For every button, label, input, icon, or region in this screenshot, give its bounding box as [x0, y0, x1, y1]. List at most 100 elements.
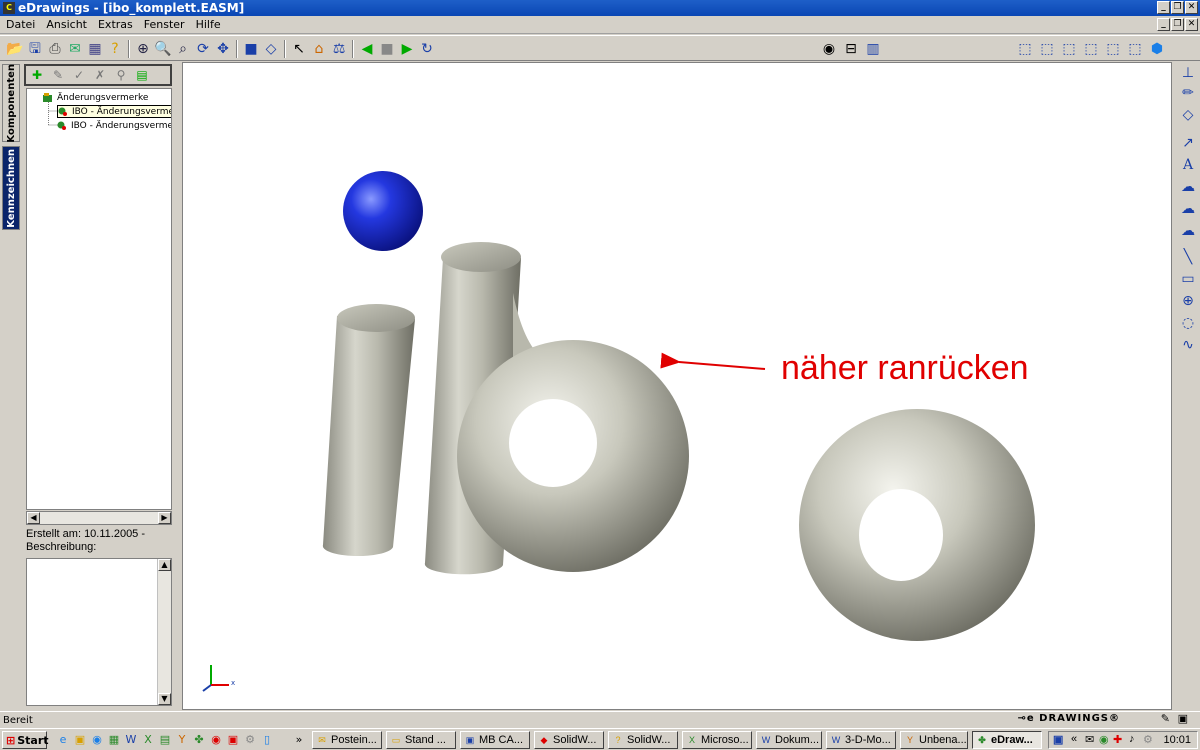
description-field[interactable]: ▲ ▼: [26, 558, 172, 706]
cylinder-i[interactable]: [322, 304, 415, 557]
view-top-icon[interactable]: ⬚: [1104, 40, 1122, 58]
model-viewport[interactable]: näher ranrücken x: [182, 62, 1172, 710]
open-icon[interactable]: 📂: [6, 40, 24, 58]
line-icon[interactable]: ╲: [1179, 248, 1197, 266]
options-icon[interactable]: ▦: [86, 40, 104, 58]
task-button[interactable]: X Microso...: [682, 731, 752, 749]
send-icon[interactable]: ✉: [66, 40, 84, 58]
tree-item[interactable]: IBO - Änderungsvermerk: [57, 119, 171, 132]
text-edit-icon[interactable]: ◇: [1179, 106, 1197, 124]
tray-app-icon[interactable]: ⚙: [1143, 733, 1153, 746]
annotation-text[interactable]: näher ranrücken: [781, 349, 1029, 388]
cloud-callout-icon[interactable]: ☁: [1179, 178, 1197, 196]
pan-icon[interactable]: ✥: [214, 40, 232, 58]
quicklaunch-word-icon[interactable]: W: [124, 733, 138, 747]
leader-text-icon[interactable]: ↗: [1179, 134, 1197, 152]
task-button-active[interactable]: ✤ eDraw...: [972, 731, 1042, 749]
cloud-icon[interactable]: ☁: [1179, 222, 1197, 240]
tab-komponenten[interactable]: Komponenten: [2, 64, 20, 142]
select-icon[interactable]: ↖: [290, 40, 308, 58]
tree-item[interactable]: IBO - Änderungsvermerk1: [57, 105, 171, 118]
maximize-button[interactable]: ❐: [1171, 1, 1184, 14]
reject-markup-icon[interactable]: ✗: [91, 67, 109, 83]
tree-horizontal-scrollbar[interactable]: ◀ ▶: [26, 511, 172, 525]
wireframe-view-icon[interactable]: ◇: [262, 40, 280, 58]
play-icon[interactable]: ▶: [398, 40, 416, 58]
animate-icon[interactable]: ↻: [418, 40, 436, 58]
menu-ansicht[interactable]: Ansicht: [46, 18, 87, 31]
tray-mail-icon[interactable]: ✉: [1085, 733, 1094, 746]
task-button[interactable]: W 3-D-Mo...: [826, 731, 896, 749]
rectangle-icon[interactable]: ▭: [1179, 270, 1197, 288]
task-button[interactable]: ▭ Stand ...: [386, 731, 456, 749]
view-left-icon[interactable]: ⬚: [1060, 40, 1078, 58]
save-icon[interactable]: 🖫: [26, 40, 44, 58]
task-button[interactable]: ✉ Postein...: [312, 731, 382, 749]
tray-antivirus-icon[interactable]: ✚: [1113, 733, 1122, 746]
print-icon[interactable]: ⎙: [46, 40, 64, 58]
properties-icon[interactable]: ✏: [1179, 84, 1197, 102]
start-button[interactable]: ⊞ Start: [2, 731, 49, 749]
view-front-icon[interactable]: ⬚: [1016, 40, 1034, 58]
section-icon[interactable]: ◉: [820, 40, 838, 58]
sphere-shape[interactable]: [343, 171, 423, 251]
tray-network-icon[interactable]: ◉: [1099, 733, 1109, 746]
measure-icon[interactable]: ⚖: [330, 40, 348, 58]
text-icon[interactable]: A: [1179, 156, 1197, 174]
shaded-view-icon[interactable]: ■: [242, 40, 260, 58]
quicklaunch-edrawings-icon[interactable]: ✤: [192, 733, 206, 747]
close-button[interactable]: ✕: [1185, 1, 1198, 14]
previous-icon[interactable]: ◀: [358, 40, 376, 58]
zoom-fit-icon[interactable]: ⊕: [134, 40, 152, 58]
scroll-left-button[interactable]: ◀: [27, 512, 40, 524]
quicklaunch-powerpoint-icon[interactable]: ▤: [158, 733, 172, 747]
rotate-icon[interactable]: ⟳: [194, 40, 212, 58]
zoom-in-icon[interactable]: 🔍: [154, 40, 172, 58]
menu-extras[interactable]: Extras: [98, 18, 133, 31]
home-view-icon[interactable]: ⌂: [310, 40, 328, 58]
menu-fenster[interactable]: Fenster: [144, 18, 185, 31]
quicklaunch-settings-icon[interactable]: ⚙: [243, 733, 257, 747]
task-button[interactable]: ? SolidW...: [608, 731, 678, 749]
spline-icon[interactable]: ∿: [1179, 336, 1197, 354]
quicklaunch-excel-icon[interactable]: X: [141, 733, 155, 747]
zoom-area-icon[interactable]: ⌕: [174, 40, 192, 58]
doc-restore-button[interactable]: ❐: [1171, 18, 1184, 31]
move-component-icon[interactable]: ▥: [864, 40, 882, 58]
circle-icon[interactable]: ⊕: [1179, 292, 1197, 310]
quicklaunch-app-icon[interactable]: ▦: [107, 733, 121, 747]
view-right-icon[interactable]: ⬚: [1082, 40, 1100, 58]
cloud-leader-icon[interactable]: ☁: [1179, 200, 1197, 218]
quicklaunch-solidworks-icon[interactable]: ▣: [226, 733, 240, 747]
doc-minimize-button[interactable]: _: [1157, 18, 1170, 31]
arc-icon[interactable]: ◌: [1179, 314, 1197, 332]
menu-datei[interactable]: Datei: [6, 18, 35, 31]
scroll-right-button[interactable]: ▶: [158, 512, 171, 524]
quicklaunch-more-chevron[interactable]: »: [292, 733, 306, 747]
tab-kennzeichnen[interactable]: Kennzeichnen: [2, 146, 20, 230]
annotation-arrow[interactable]: [660, 352, 766, 370]
quicklaunch-explorer-icon[interactable]: ▣: [73, 733, 87, 747]
quicklaunch-file-icon[interactable]: ▯: [260, 733, 274, 747]
status-window-icon[interactable]: ▣: [1178, 712, 1188, 725]
help-icon[interactable]: ?: [106, 40, 124, 58]
doc-close-button[interactable]: ✕: [1185, 18, 1198, 31]
view-bottom-icon[interactable]: ⬚: [1126, 40, 1144, 58]
explode-icon[interactable]: ⊟: [842, 40, 860, 58]
description-scrollbar[interactable]: ▲ ▼: [157, 559, 171, 705]
tray-de-icon[interactable]: ▣: [1053, 733, 1063, 746]
quicklaunch-browser-icon[interactable]: ◉: [90, 733, 104, 747]
accept-markup-icon[interactable]: ✓: [70, 67, 88, 83]
scroll-down-button[interactable]: ▼: [158, 693, 171, 705]
stamp-icon[interactable]: ⊥: [1179, 64, 1197, 82]
tray-expand-chevron[interactable]: «: [1071, 733, 1077, 745]
quicklaunch-ie-icon[interactable]: e: [56, 733, 70, 747]
scroll-up-button[interactable]: ▲: [158, 559, 171, 571]
task-button[interactable]: ◆ SolidW...: [534, 731, 604, 749]
task-button[interactable]: Y Unbena...: [900, 731, 968, 749]
torus-o[interactable]: [799, 409, 1035, 641]
minimize-button[interactable]: _: [1157, 1, 1170, 14]
status-edit-icon[interactable]: ✎: [1161, 712, 1170, 725]
quicklaunch-tool-icon[interactable]: Y: [175, 733, 189, 747]
add-markup-icon[interactable]: ✚: [28, 67, 46, 83]
